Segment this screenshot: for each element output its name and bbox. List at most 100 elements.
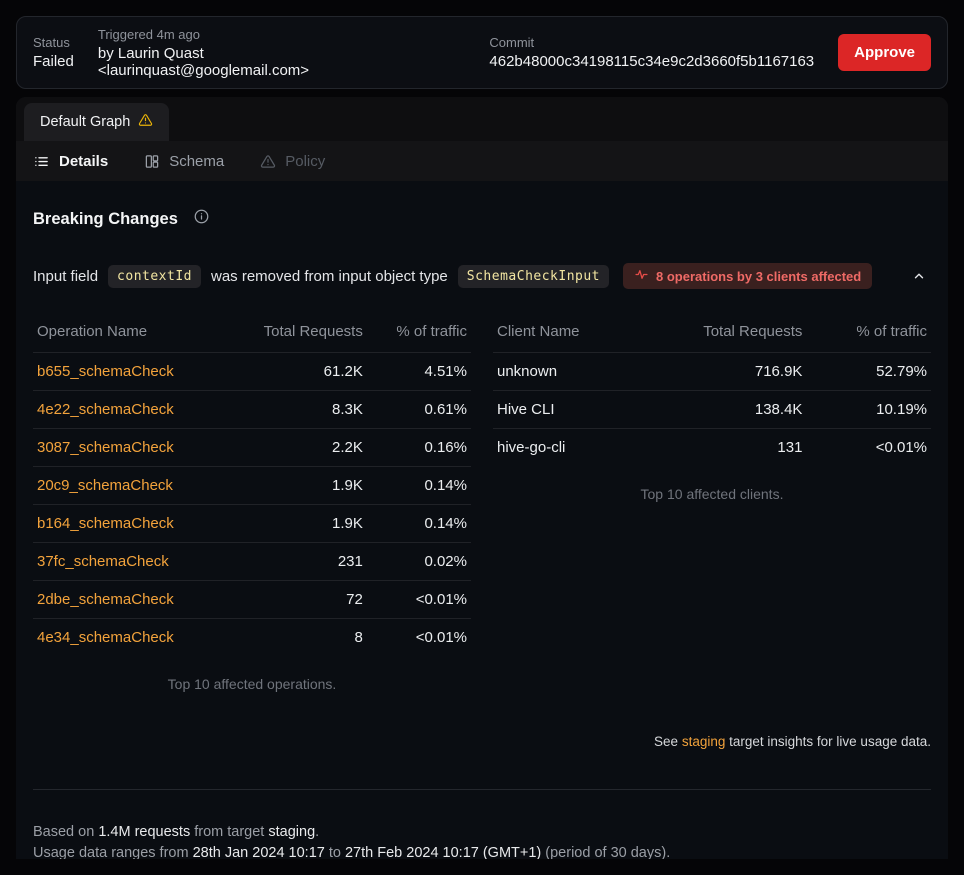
operation-link[interactable]: 20c9_schemaCheck — [37, 477, 173, 494]
check-detail-card: Default Graph Details Sch — [16, 97, 948, 859]
tab-schema[interactable]: Schema — [144, 153, 224, 170]
table-row: hive-go-cli131<0.01% — [493, 429, 931, 467]
tab-details-label: Details — [59, 153, 108, 170]
check-summary-card: Status Failed Triggered 4m ago by Laurin… — [16, 16, 948, 89]
table-row: b164_schemaCheck 1.9K0.14% — [33, 505, 471, 543]
approve-button[interactable]: Approve — [838, 34, 931, 71]
commit-hash: 462b48000c34198115c34e9c2d3660f5b1167163 — [489, 53, 814, 70]
commit-label: Commit — [489, 35, 814, 50]
insights-prefix: See — [654, 734, 682, 749]
total-requests-value: 8 — [225, 619, 367, 657]
col-traffic-pct: % of traffic — [806, 315, 931, 353]
traffic-pct-value: <0.01% — [806, 429, 931, 467]
operation-link[interactable]: 3087_schemaCheck — [37, 439, 174, 456]
usage-footer: Based on 1.4M requests from target stagi… — [33, 822, 931, 859]
traffic-pct-value: 0.02% — [367, 543, 471, 581]
total-requests-value: 131 — [636, 429, 806, 467]
traffic-pct-value: 4.51% — [367, 353, 471, 391]
col-operation-name: Operation Name — [33, 315, 225, 353]
operation-link[interactable]: 4e22_schemaCheck — [37, 401, 174, 418]
col-traffic-pct: % of traffic — [367, 315, 471, 353]
warning-triangle-icon — [138, 113, 153, 131]
table-row: unknown716.9K52.79% — [493, 353, 931, 391]
operations-caption: Top 10 affected operations. — [33, 676, 471, 692]
details-content: Breaking Changes Input field contextId w… — [16, 181, 948, 859]
footer-date-from: 28th Jan 2024 10:17 — [193, 845, 325, 859]
tab-policy-label: Policy — [285, 153, 325, 170]
operation-link[interactable]: 2dbe_schemaCheck — [37, 591, 174, 608]
usage-tables: Operation Name Total Requests % of traff… — [33, 315, 931, 692]
tab-policy[interactable]: Policy — [260, 153, 325, 170]
traffic-pct-value: 0.14% — [367, 505, 471, 543]
triggered-author: by Laurin Quast <laurinquast@googlemail.… — [98, 45, 390, 79]
change-prefix: Input field — [33, 268, 98, 285]
triggered-label: Triggered 4m ago — [98, 27, 390, 42]
operation-name-cell: 20c9_schemaCheck — [33, 467, 225, 505]
client-name-cell: hive-go-cli — [493, 429, 636, 467]
operation-link[interactable]: 4e34_schemaCheck — [37, 629, 174, 646]
operation-link[interactable]: 37fc_schemaCheck — [37, 553, 169, 570]
change-middle: was removed from input object type — [211, 268, 448, 285]
traffic-pct-value: 0.14% — [367, 467, 471, 505]
affected-badge: 8 operations by 3 clients affected — [623, 263, 872, 289]
operation-link[interactable]: b655_schemaCheck — [37, 363, 174, 380]
operation-name-cell: b655_schemaCheck — [33, 353, 225, 391]
table-row: b655_schemaCheck61.2K4.51% — [33, 353, 471, 391]
operation-name-cell: b164_schemaCheck — [33, 505, 225, 543]
status-label: Status — [33, 35, 74, 50]
client-name-cell: Hive CLI — [493, 391, 636, 429]
total-requests-value: 138.4K — [636, 391, 806, 429]
breaking-changes-title: Breaking Changes — [33, 210, 178, 229]
graph-tab-strip: Default Graph — [16, 97, 948, 141]
operation-name-cell: 37fc_schemaCheck — [33, 543, 225, 581]
table-row: 4e22_schemaCheck 8.3K0.61% — [33, 391, 471, 429]
footer-target-value: staging — [268, 824, 315, 840]
field-code-pill: contextId — [108, 265, 201, 288]
total-requests-value: 231 — [225, 543, 367, 581]
table-row: 2dbe_schemaCheck72<0.01% — [33, 581, 471, 619]
collapse-chevron-icon[interactable] — [907, 265, 931, 287]
client-name-cell: unknown — [493, 353, 636, 391]
table-row: 37fc_schemaCheck 2310.02% — [33, 543, 471, 581]
operation-name-cell: 2dbe_schemaCheck — [33, 581, 225, 619]
insights-suffix: target insights for live usage data. — [725, 734, 931, 749]
footer-text: Usage data ranges from — [33, 845, 193, 859]
clients-caption: Top 10 affected clients. — [493, 486, 931, 502]
footer-divider — [33, 789, 931, 790]
staging-target-link[interactable]: staging — [682, 734, 726, 749]
graph-tab-label: Default Graph — [40, 114, 130, 130]
operations-table: Operation Name Total Requests % of traff… — [33, 315, 471, 656]
col-total-requests: Total Requests — [636, 315, 806, 353]
operation-name-cell: 4e22_schemaCheck — [33, 391, 225, 429]
table-row: 4e34_schemaCheck8<0.01% — [33, 619, 471, 657]
total-requests-value: 1.9K — [225, 505, 367, 543]
tabs-band: Default Graph Details Sch — [16, 97, 948, 181]
traffic-pct-value: 10.19% — [806, 391, 931, 429]
footer-text: Based on — [33, 824, 98, 840]
total-requests-value: 1.9K — [225, 467, 367, 505]
tab-default-graph[interactable]: Default Graph — [24, 103, 169, 141]
table-row: 3087_schemaCheck2.2K0.16% — [33, 429, 471, 467]
operation-link[interactable]: b164_schemaCheck — [37, 515, 174, 532]
affected-badge-label: 8 operations by 3 clients affected — [656, 269, 861, 284]
schema-icon — [144, 154, 160, 169]
status-value: Failed — [33, 53, 74, 70]
triggered-block: Triggered 4m ago by Laurin Quast <laurin… — [98, 27, 390, 79]
total-requests-value: 72 — [225, 581, 367, 619]
list-icon — [33, 154, 50, 169]
traffic-pct-value: 0.61% — [367, 391, 471, 429]
breaking-change-row[interactable]: Input field contextId was removed from i… — [33, 263, 931, 289]
type-code-pill: SchemaCheckInput — [458, 265, 609, 288]
traffic-pct-value: 52.79% — [806, 353, 931, 391]
footer-text: . — [315, 824, 319, 840]
clients-table-header: Client Name Total Requests % of traffic — [493, 315, 931, 353]
check-nav: Details Schema Policy — [16, 141, 948, 181]
table-row: Hive CLI138.4K10.19% — [493, 391, 931, 429]
tab-details[interactable]: Details — [33, 153, 108, 170]
clients-table-block: Client Name Total Requests % of traffic … — [493, 315, 931, 692]
total-requests-value: 8.3K — [225, 391, 367, 429]
clients-table: Client Name Total Requests % of traffic … — [493, 315, 931, 466]
footer-date-to: 27th Feb 2024 10:17 (GMT+1) — [345, 845, 541, 859]
operation-name-cell: 3087_schemaCheck — [33, 429, 225, 467]
operations-table-block: Operation Name Total Requests % of traff… — [33, 315, 471, 692]
